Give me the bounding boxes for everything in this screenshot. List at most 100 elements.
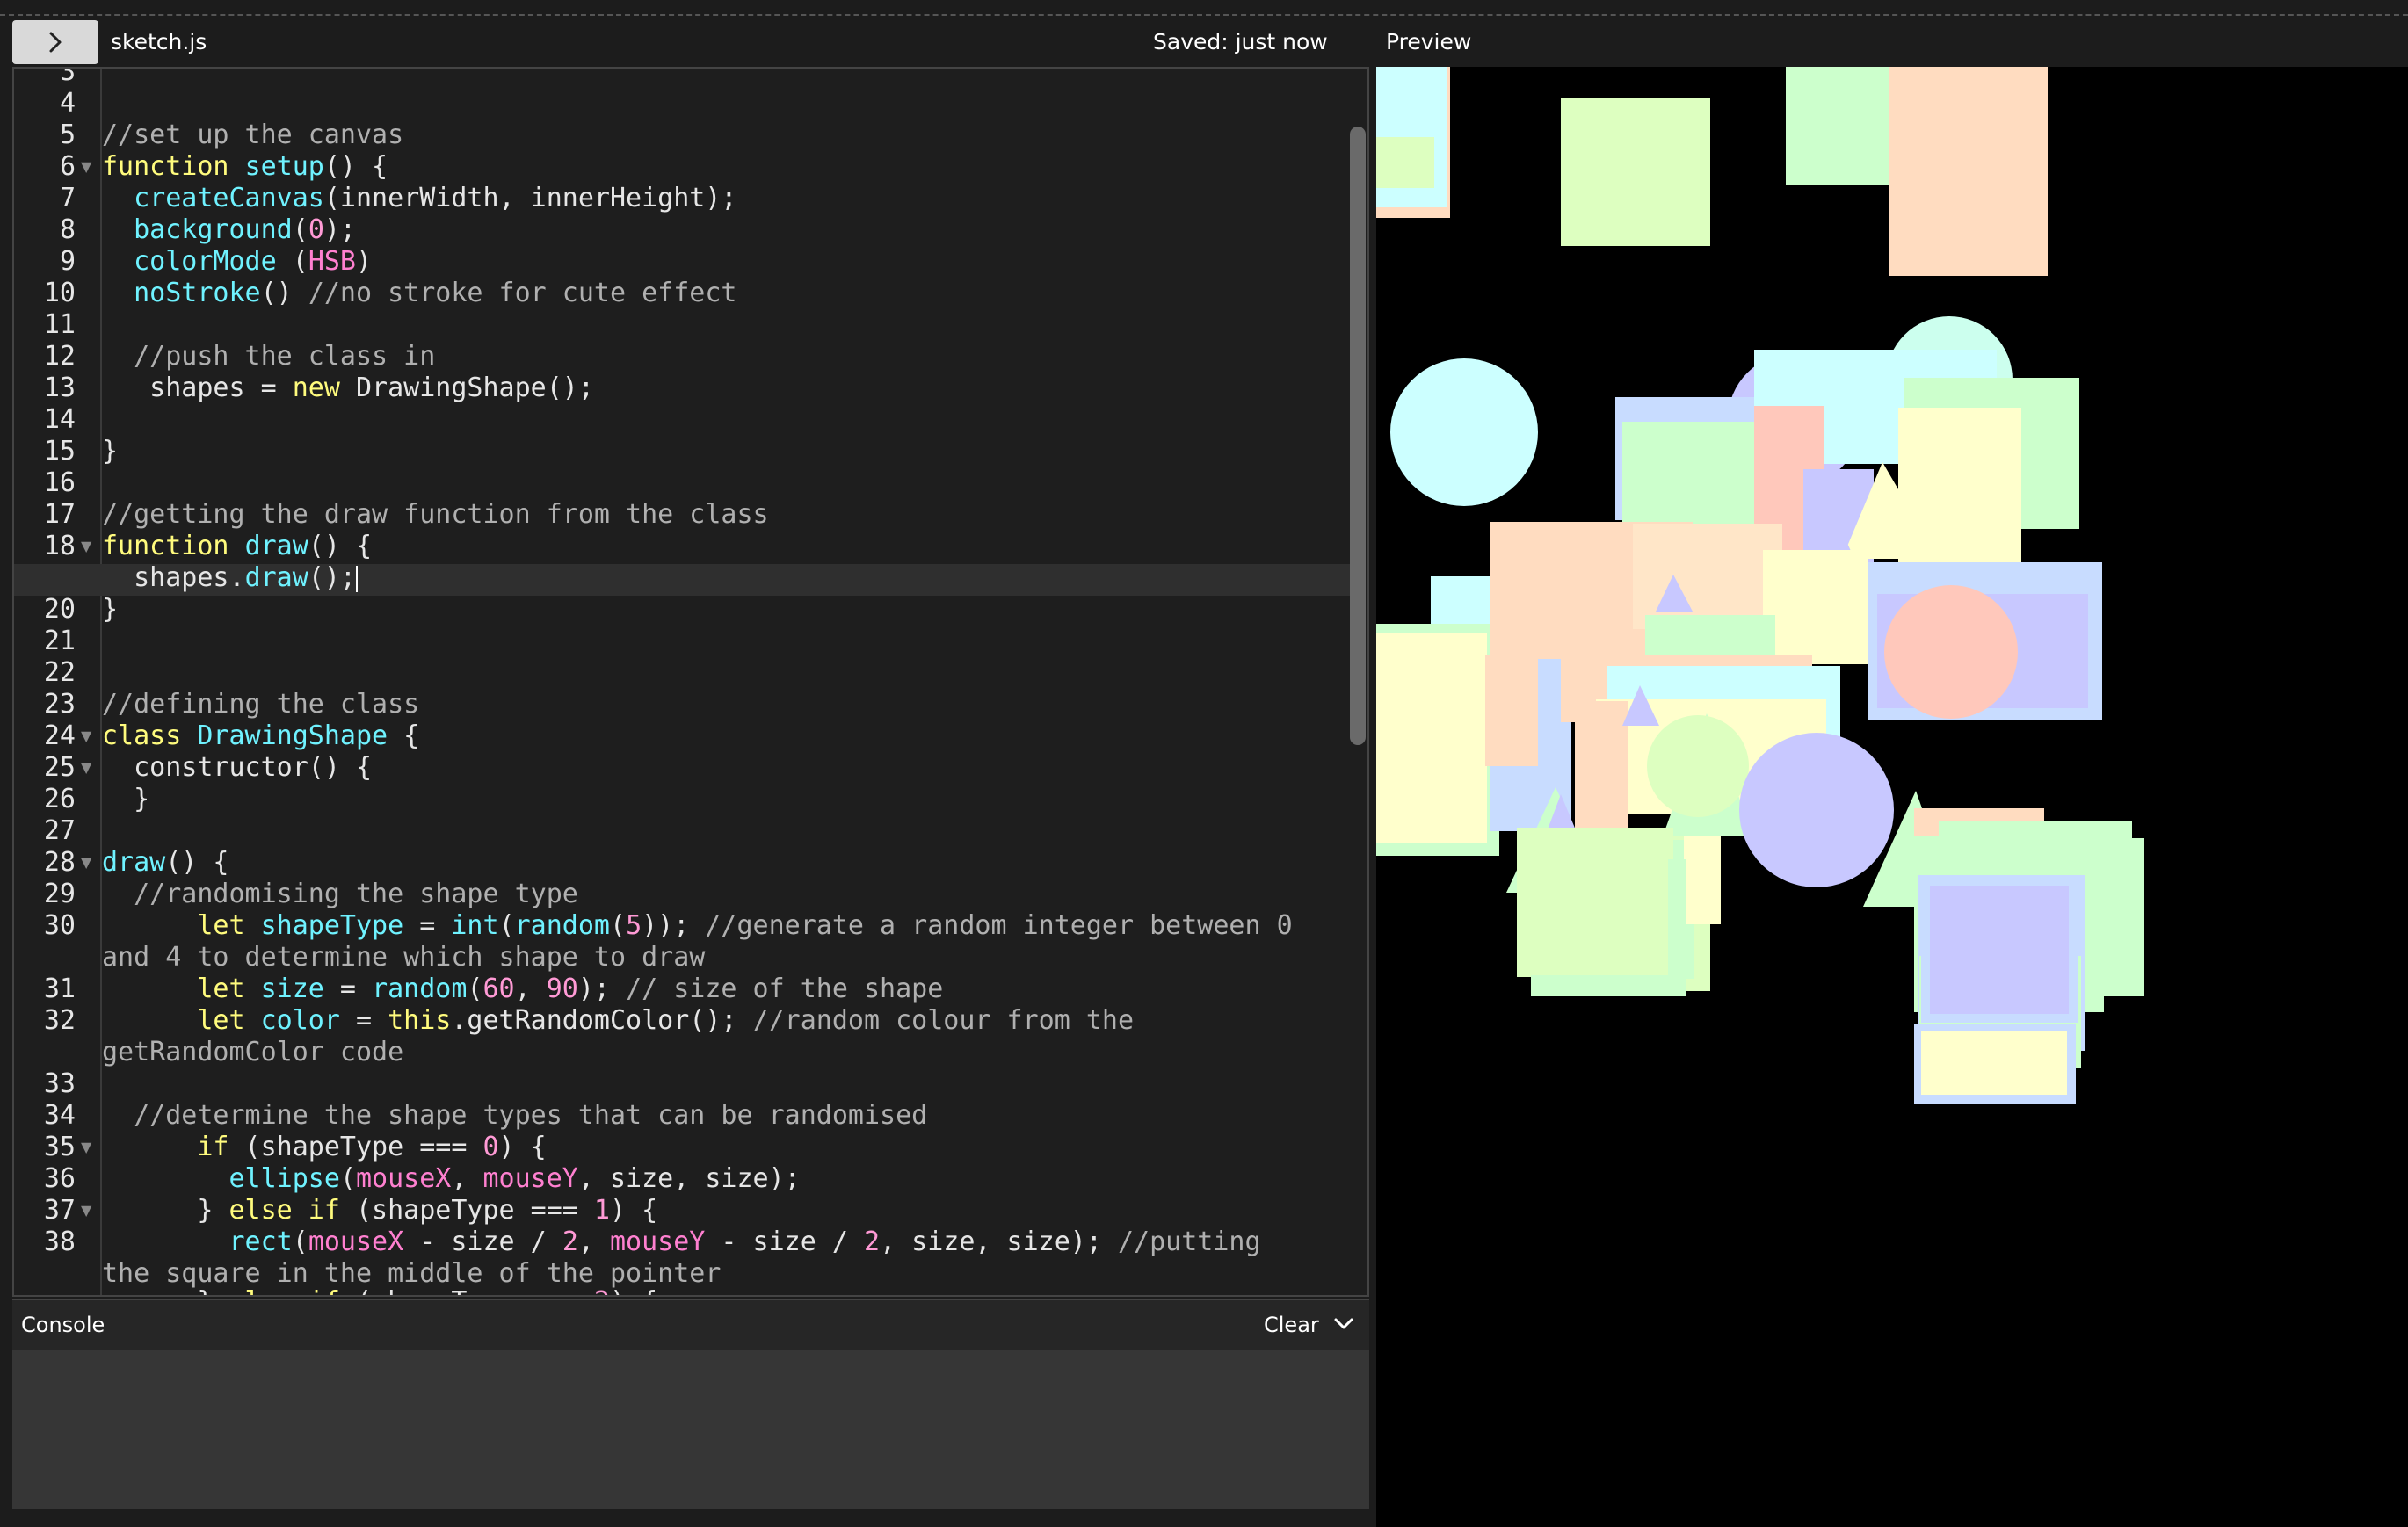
line-number: 3 bbox=[59, 67, 76, 87]
code-line: //set up the canvas bbox=[102, 119, 404, 150]
code-line: constructor() { bbox=[102, 752, 373, 783]
code-line: let color = this.getRandomColor(); //ran… bbox=[197, 1005, 1135, 1036]
code-line: let shapeType = int(random(5)); //genera… bbox=[197, 910, 1293, 941]
code-line: getRandomColor code bbox=[102, 1037, 404, 1067]
line-number: 16 bbox=[43, 467, 76, 498]
code-line: } else if (shapeType === 1) { bbox=[102, 1195, 658, 1226]
code-line: draw() { bbox=[102, 847, 229, 878]
preview-label: Preview bbox=[1386, 29, 1472, 54]
chevron-right-icon bbox=[49, 32, 62, 53]
code-line: if (shapeType === 0) { bbox=[197, 1132, 547, 1162]
line-number: 36 bbox=[43, 1163, 76, 1194]
sidebar-toggle-button[interactable] bbox=[12, 20, 98, 64]
code-line: colorMode (HSB) bbox=[134, 246, 373, 277]
line-number: 32 bbox=[43, 1005, 76, 1036]
canvas-square bbox=[1921, 1031, 2067, 1095]
code-line: shapes = new DrawingShape(); bbox=[102, 373, 594, 403]
line-number: 22 bbox=[43, 657, 76, 688]
code-line: //getting the draw function from the cla… bbox=[102, 499, 769, 530]
canvas-square bbox=[1889, 67, 2048, 276]
code-line: rect(mouseX - size / 2, mouseY - size / … bbox=[228, 1227, 1261, 1257]
console-output bbox=[12, 1350, 1369, 1509]
code-line: let size = random(60, 90); // size of th… bbox=[197, 973, 944, 1004]
code-line: and 4 to determine which shape to draw bbox=[102, 942, 706, 973]
console-header: Console Clear bbox=[12, 1299, 1369, 1350]
fold-arrow-icon[interactable]: ▼ bbox=[81, 151, 97, 183]
sketch-preview-canvas[interactable] bbox=[1376, 67, 2408, 1527]
line-number: 38 bbox=[43, 1227, 76, 1257]
line-number: 33 bbox=[43, 1068, 76, 1099]
line-number: 6 bbox=[59, 151, 76, 182]
editor-header: sketch.js Saved: just now Preview bbox=[0, 18, 2408, 67]
canvas-square bbox=[1930, 886, 2069, 1014]
canvas-square bbox=[1633, 524, 1782, 629]
line-number: 17 bbox=[43, 499, 76, 530]
code-line: } bbox=[102, 784, 150, 814]
line-number: 31 bbox=[43, 973, 76, 1004]
code-line: } else if (shapeType === 2) { bbox=[102, 1286, 657, 1295]
code-line: } bbox=[102, 436, 119, 467]
code-line: ellipse(mouseX, mouseY, size, size); bbox=[228, 1163, 801, 1194]
text-cursor bbox=[356, 565, 358, 592]
code-line: background(0); bbox=[134, 214, 356, 245]
code-text-area[interactable]: //set up the canvas function setup() { c… bbox=[102, 69, 1346, 1295]
fold-arrow-icon[interactable]: ▼ bbox=[81, 847, 97, 879]
line-number: 13 bbox=[43, 373, 76, 403]
canvas-square bbox=[1684, 836, 1721, 924]
code-line: //randomising the shape type bbox=[102, 879, 578, 909]
line-number: 7 bbox=[59, 183, 76, 213]
line-number: 21 bbox=[43, 626, 76, 656]
code-line: //determine the shape types that can be … bbox=[102, 1100, 928, 1131]
line-number: 35 bbox=[43, 1132, 76, 1162]
canvas-circle bbox=[1647, 715, 1749, 817]
line-number: 11 bbox=[43, 309, 76, 340]
console-clear-button[interactable]: Clear bbox=[1264, 1309, 1319, 1341]
line-number: 37 bbox=[43, 1195, 76, 1226]
line-number: 29 bbox=[43, 879, 76, 909]
line-number: 28 bbox=[43, 847, 76, 878]
code-line: //defining the class bbox=[102, 689, 420, 720]
code-line: createCanvas(innerWidth, innerHeight); bbox=[134, 183, 737, 213]
canvas-circle bbox=[1390, 358, 1538, 506]
code-line: function setup() { bbox=[102, 151, 388, 182]
fold-arrow-icon[interactable]: ▼ bbox=[81, 752, 97, 784]
preview-drawing bbox=[1376, 67, 2144, 1104]
canvas-square bbox=[1485, 655, 1538, 766]
line-number: 23 bbox=[43, 689, 76, 720]
line-number: 27 bbox=[43, 815, 76, 846]
canvas-square bbox=[1376, 137, 1434, 188]
file-name-tab[interactable]: sketch.js bbox=[111, 26, 207, 58]
canvas-square bbox=[1376, 633, 1487, 843]
fold-arrow-icon[interactable]: ▼ bbox=[81, 1195, 97, 1227]
fold-arrow-icon[interactable]: ▼ bbox=[81, 1132, 97, 1163]
chevron-down-icon[interactable] bbox=[1331, 1311, 1357, 1337]
canvas-square bbox=[1575, 701, 1628, 833]
line-number: 9 bbox=[59, 246, 76, 277]
code-line: class DrawingShape { bbox=[102, 720, 420, 751]
code-line: shapes.draw(); bbox=[102, 562, 358, 593]
line-number: 26 bbox=[43, 784, 76, 814]
code-line: function draw() { bbox=[102, 531, 373, 561]
canvas-circle bbox=[1884, 585, 2018, 719]
fold-arrow-icon[interactable]: ▼ bbox=[81, 720, 97, 752]
line-number: 24 bbox=[43, 720, 76, 751]
canvas-circle bbox=[1739, 733, 1894, 887]
code-line: //push the class in bbox=[102, 341, 436, 372]
line-number-gutter: 3 4 5 6 7 8 9 10 11 12 13 14 15 16 17 18… bbox=[14, 69, 102, 1295]
line-number: 30 bbox=[43, 910, 76, 941]
line-number: 12 bbox=[43, 341, 76, 372]
console-label: Console bbox=[21, 1313, 105, 1337]
line-number: 15 bbox=[43, 436, 76, 467]
top-dashed-border bbox=[0, 0, 2408, 16]
line-number: 4 bbox=[59, 88, 76, 119]
canvas-square bbox=[1517, 829, 1668, 975]
line-number: 34 bbox=[43, 1100, 76, 1131]
editor-scrollbar[interactable] bbox=[1350, 127, 1366, 745]
line-number: 5 bbox=[59, 119, 76, 150]
fold-arrow-icon[interactable]: ▼ bbox=[81, 531, 97, 562]
line-number: 25 bbox=[43, 752, 76, 783]
code-editor[interactable]: 3 4 5 6 7 8 9 10 11 12 13 14 15 16 17 18… bbox=[12, 67, 1369, 1297]
save-status: Saved: just now bbox=[1153, 29, 1328, 54]
code-line: } bbox=[102, 594, 119, 625]
line-number: 10 bbox=[43, 278, 76, 308]
